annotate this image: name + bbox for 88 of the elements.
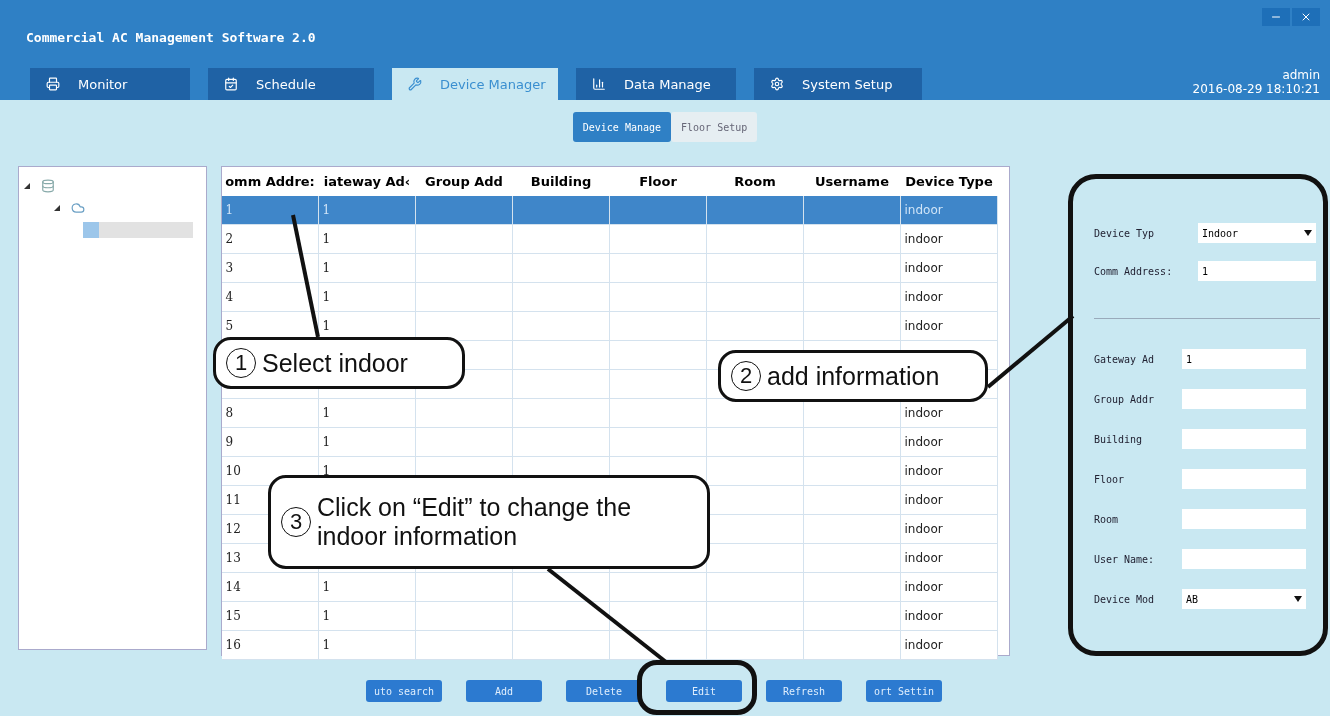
column-header[interactable]: Username [803, 167, 901, 196]
cloud-icon [71, 201, 85, 215]
user-name: admin [1282, 68, 1320, 82]
table-cell: indoor [900, 602, 998, 631]
table-cell: 9 [221, 428, 319, 457]
table-cell: 3 [221, 254, 319, 283]
expander-icon[interactable] [53, 204, 61, 212]
callout-text: Select indoor [262, 348, 408, 378]
sub-tab[interactable]: Floor Setup [671, 112, 758, 142]
dropdown-arrow-icon[interactable] [1303, 230, 1312, 236]
field-label: Device Typ [1093, 227, 1156, 239]
table-cell: indoor [900, 631, 998, 660]
table-cell: 1 [221, 196, 319, 225]
column-header[interactable]: Floor [609, 167, 707, 196]
input-field[interactable]: 1 [1181, 349, 1306, 369]
table-cell: 1 [318, 428, 416, 457]
table-cell: 15 [221, 602, 319, 631]
table-cell: 1 [318, 399, 416, 428]
callout-text: Click on “Edit” to change the indoor information [317, 493, 633, 551]
tab-icon [592, 77, 606, 91]
table-cell: 1 [318, 254, 416, 283]
callout-text: add information [767, 361, 940, 391]
table-cell: indoor [900, 196, 998, 225]
table-cell: indoor [900, 312, 998, 341]
input-field[interactable] [1181, 549, 1306, 569]
expander-icon[interactable] [23, 182, 31, 190]
table-cell: 4 [221, 283, 319, 312]
action-button[interactable]: Edit [666, 680, 742, 702]
column-header[interactable]: Device Type [900, 167, 998, 196]
field-label: Gateway Ad [1093, 353, 1156, 365]
database-icon [41, 179, 55, 193]
table-cell: indoor [900, 225, 998, 254]
table-cell: indoor [900, 254, 998, 283]
table-cell: 1 [318, 225, 416, 254]
table-cell: 1 [318, 573, 416, 602]
action-button[interactable]: Add [466, 680, 542, 702]
table-cell: 14 [221, 573, 319, 602]
column-header[interactable]: iateway Ad‹ [318, 167, 416, 196]
field-label: User Name: [1093, 553, 1156, 565]
dropdown[interactable]: Indoor [1197, 223, 1316, 243]
tab-icon [770, 77, 784, 91]
window-title: Commercial AC Management Software 2.0 [26, 30, 316, 47]
tree-item[interactable] [83, 222, 193, 238]
action-button[interactable]: uto search [366, 680, 442, 702]
table-cell: 16 [221, 631, 319, 660]
column-header[interactable]: Room [706, 167, 804, 196]
column-header[interactable]: Group Add [415, 167, 513, 196]
table-cell: indoor [900, 283, 998, 312]
field-label: Group Addr [1093, 393, 1156, 405]
dropdown-arrow-icon[interactable] [1293, 596, 1302, 602]
field-label: Floor [1093, 473, 1125, 485]
field-label: Comm Address: [1093, 265, 1174, 277]
table-cell: indoor [900, 515, 998, 544]
table-cell: indoor [900, 544, 998, 573]
table-cell: indoor [900, 486, 998, 515]
field-label: Building [1093, 433, 1144, 445]
input-field[interactable] [1181, 389, 1306, 409]
table-cell: 1 [318, 196, 416, 225]
tab-icon [46, 77, 60, 91]
sub-tab[interactable]: Device Manage [572, 112, 671, 142]
table-cell: 1 [318, 283, 416, 312]
column-header[interactable]: omm Addre: [221, 167, 319, 196]
input-field[interactable] [1181, 469, 1306, 489]
tab-icon [224, 77, 238, 91]
tab-icon [408, 77, 422, 91]
tab[interactable]: Monitor [30, 68, 190, 100]
tab[interactable]: System Setup [754, 68, 922, 100]
action-button[interactable]: ort Settin [866, 680, 942, 702]
minimize-icon[interactable] [1262, 8, 1290, 26]
action-button[interactable]: Refresh [766, 680, 842, 702]
column-header[interactable]: Building [512, 167, 610, 196]
table-cell: 1 [318, 631, 416, 660]
table-cell: indoor [900, 457, 998, 486]
input-field[interactable]: 1 [1197, 261, 1316, 281]
field-label: Device Mod [1093, 593, 1156, 605]
tab[interactable]: Schedule [208, 68, 374, 100]
input-field[interactable] [1181, 429, 1306, 449]
table-cell: indoor [900, 428, 998, 457]
input-field[interactable] [1181, 509, 1306, 529]
close-icon[interactable] [1292, 8, 1320, 26]
table-cell: 8 [221, 399, 319, 428]
dropdown[interactable]: AB [1181, 589, 1306, 609]
field-label: Room [1093, 513, 1119, 525]
date-time: 2016-08-29 18:10:21 [1192, 82, 1320, 96]
table-cell: 1 [318, 602, 416, 631]
table-cell: indoor [900, 573, 998, 602]
tab[interactable]: Data Manage [576, 68, 736, 100]
table-cell: 2 [221, 225, 319, 254]
